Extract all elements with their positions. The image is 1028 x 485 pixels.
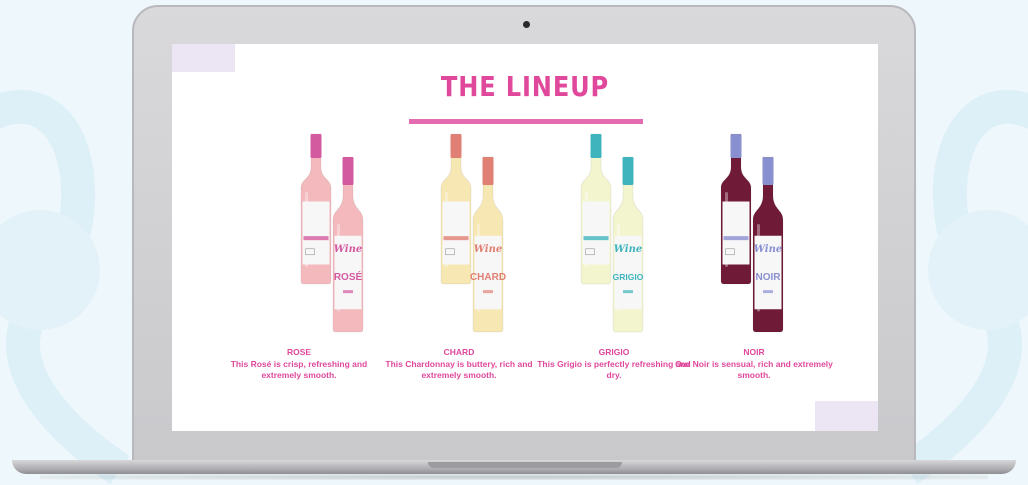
bottle-brand-text: Wine (334, 244, 363, 255)
bottle-label (302, 201, 330, 265)
bottle-pair-illustration: Wine GRIGIO (580, 133, 644, 333)
front-bottle: Wine NOIR (752, 156, 784, 333)
bottle-capsule (730, 134, 742, 158)
webcam-icon (523, 21, 530, 28)
corner-decoration-top-left (172, 44, 235, 72)
product-noir: Wine NOIR (674, 132, 834, 342)
bottle-brand-text: Wine (614, 244, 643, 255)
bottle-label (582, 201, 610, 265)
bottle-label-stripe (483, 290, 493, 294)
bottle-pair-illustration: Wine ROSÉ (300, 133, 364, 333)
bottle-capsule (342, 157, 354, 185)
bottle-capsule (482, 157, 494, 185)
bottle-variety-text: CHARD (470, 272, 506, 283)
front-bottle: Wine ROSÉ (332, 156, 364, 333)
front-bottle: Wine CHARD (470, 156, 506, 333)
bottle-capsule (590, 134, 602, 158)
bottle-label-band (723, 236, 749, 241)
product-name: GRIGIO (598, 347, 630, 357)
front-bottle: Wine GRIGIO (612, 156, 644, 333)
bottle-variety-text: GRIGIO (613, 272, 644, 282)
product-description: This Rosé is crisp, refreshing and extre… (230, 359, 368, 380)
product-caption-rose: ROSE This Rosé is crisp, refreshing and … (219, 347, 379, 381)
bottle-label-stripe (763, 290, 773, 294)
back-bottle (720, 133, 752, 285)
bottle-label-band (583, 236, 609, 241)
bottle-label-band (443, 236, 469, 241)
product-caption-chard: CHARD This Chardonnay is buttery, rich a… (379, 347, 539, 381)
bottle-variety-text: NOIR (756, 272, 782, 283)
bottle-capsule (450, 134, 462, 158)
bottle-capsule (310, 134, 322, 158)
product-description: This Chardonnay is buttery, rich and ext… (385, 359, 533, 380)
product-grigio: Wine GRIGIO (534, 132, 694, 342)
bottle-label (442, 201, 470, 265)
title-underline (409, 119, 643, 124)
corner-decoration-bottom-right (815, 401, 878, 431)
bottle-brand-text: Wine (474, 244, 503, 255)
page-title: THE LINEUP (440, 70, 610, 103)
product-chard: Wine CHARD (394, 132, 554, 342)
bottle-label-stripe (343, 290, 353, 294)
laptop-screen: THE LINEUP Wine ROSÉ Wine CHARD Wine GRIGIO… (172, 44, 878, 431)
laptop-hinge-notch (428, 462, 622, 468)
bottle-pair-illustration: Wine NOIR (720, 133, 784, 333)
product-name: NOIR (743, 347, 765, 357)
product-description: This Grigio is perfectly refreshing and … (537, 359, 691, 380)
back-bottle (440, 133, 472, 285)
product-name: ROSE (286, 347, 312, 357)
bottle-label-band (303, 236, 329, 241)
product-name: CHARD (443, 347, 475, 357)
bottle-brand-text: Wine (754, 244, 783, 255)
bottle-pair-illustration: Wine CHARD (440, 133, 506, 333)
bottle-label (722, 201, 750, 265)
laptop-shadow (40, 474, 988, 480)
product-caption-grigio: GRIGIO This Grigio is perfectly refreshi… (534, 347, 694, 381)
product-rose: Wine ROSÉ (254, 132, 414, 342)
back-bottle (300, 133, 332, 285)
bottle-variety-text: ROSÉ (334, 270, 363, 283)
back-bottle (580, 133, 612, 285)
product-caption-noir: NOIR Our Noir is sensual, rich and extre… (674, 347, 834, 381)
bottle-capsule (622, 157, 634, 185)
bottle-label-stripe (623, 290, 633, 294)
product-description: Our Noir is sensual, rich and extremely … (675, 359, 833, 380)
bottle-capsule (762, 157, 774, 185)
